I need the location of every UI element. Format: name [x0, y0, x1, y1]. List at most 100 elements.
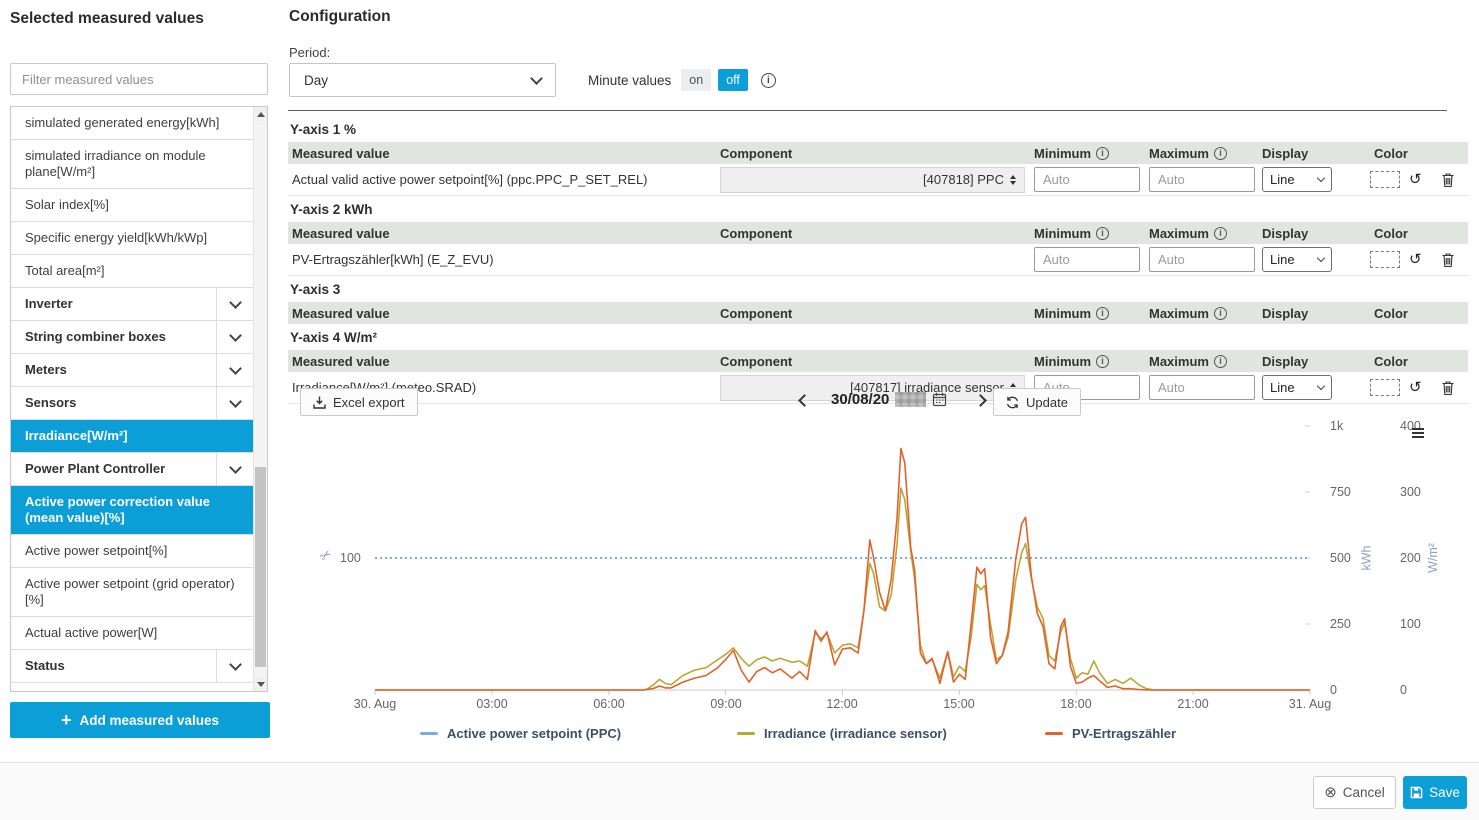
- expand-cell[interactable]: [216, 650, 254, 682]
- maximum-input[interactable]: [1149, 167, 1255, 192]
- list-group-string-combiner-boxes[interactable]: String combiner boxes: [11, 321, 254, 354]
- info-icon[interactable]: i: [1214, 355, 1227, 368]
- list-item[interactable]: Solar index[%]: [11, 189, 254, 222]
- minimum-input[interactable]: [1034, 247, 1140, 272]
- measured-value-cell: PV-Ertragszähler[kWh] (E_Z_EVU): [288, 252, 716, 267]
- minute-values-on-button[interactable]: on: [681, 69, 711, 91]
- component-select[interactable]: [407818] PPC: [720, 167, 1025, 193]
- list-group-power-plant-controller[interactable]: Power Plant Controller: [11, 453, 254, 486]
- kwh-tick: 750: [1330, 485, 1351, 499]
- list-item-label: Power Plant Controller: [11, 453, 216, 485]
- list-item-label: Total area[m²]: [11, 255, 254, 287]
- col-maximum: Maximumi: [1145, 226, 1258, 241]
- filter-input[interactable]: [10, 63, 268, 95]
- wm2-tick: 200: [1400, 551, 1421, 565]
- info-icon[interactable]: i: [761, 73, 776, 88]
- list-rows: simulated generated energy[kWh] simulate…: [11, 107, 254, 683]
- delete-row-icon[interactable]: [1442, 173, 1454, 187]
- list-item[interactable]: Specific energy yield[kWh/kWp]: [11, 222, 254, 255]
- list-group-inverter[interactable]: Inverter: [11, 288, 254, 321]
- display-select[interactable]: Line: [1262, 247, 1332, 272]
- list-item-selected-active-power-correction[interactable]: Active power correction value (mean valu…: [11, 486, 254, 535]
- wm2-axis-title: W/m²: [1426, 543, 1440, 573]
- wm2-tick: 100: [1400, 617, 1421, 631]
- x-axis-labels: 30. Aug 03:00 06:00 09:00 12:00 15:00 18…: [375, 697, 1310, 713]
- expand-cell[interactable]: [216, 321, 254, 353]
- list-item-label: Specific energy yield[kWh/kWp]: [11, 222, 254, 254]
- display-select[interactable]: Line: [1262, 167, 1332, 192]
- info-icon[interactable]: i: [1214, 307, 1227, 320]
- list-item-label: Active power setpoint[%]: [11, 535, 254, 567]
- list-scrollbar[interactable]: [253, 107, 267, 691]
- list-item[interactable]: simulated generated energy[kWh]: [11, 107, 254, 140]
- expand-cell[interactable]: [216, 354, 254, 386]
- delete-row-icon[interactable]: [1442, 253, 1454, 267]
- info-icon[interactable]: i: [1214, 147, 1227, 160]
- axis-tables: Y-axis 1 % Measured value Component Mini…: [288, 116, 1468, 404]
- update-button[interactable]: Update: [993, 388, 1081, 416]
- col-measured-value: Measured value: [288, 354, 716, 369]
- list-item-label: Actual active power[W]: [11, 617, 254, 649]
- y-axis-title: Y-axis 4 W/m²: [288, 324, 1468, 350]
- legend-marker: [737, 732, 755, 735]
- chart-toolbar: Excel export 30/08/20 Update: [288, 388, 1468, 418]
- reset-color-icon[interactable]: ↺: [1409, 252, 1422, 267]
- chart: ✂ 100 1k 750 500 250 0 kWh 400 300 200 1…: [288, 420, 1479, 755]
- expand-cell[interactable]: [216, 288, 254, 320]
- info-icon[interactable]: i: [1096, 355, 1109, 368]
- list-item[interactable]: simulated irradiance on module plane[W/m…: [11, 140, 254, 189]
- x-tick: 03:00: [476, 697, 507, 711]
- list-group-sensors[interactable]: Sensors: [11, 387, 254, 420]
- save-icon: [1410, 786, 1423, 799]
- list-item-selected-irradiance[interactable]: Irradiance[W/m²]: [11, 420, 254, 453]
- calendar-icon[interactable]: [932, 392, 947, 407]
- expand-cell[interactable]: [216, 453, 254, 485]
- list-group-meters[interactable]: Meters: [11, 354, 254, 387]
- excel-export-button[interactable]: Excel export: [300, 388, 418, 416]
- info-icon[interactable]: i: [1096, 307, 1109, 320]
- list-item[interactable]: Total area[m²]: [11, 255, 254, 288]
- info-icon[interactable]: i: [1096, 147, 1109, 160]
- next-day-button[interactable]: [972, 392, 988, 408]
- info-icon[interactable]: i: [1096, 227, 1109, 240]
- chevron-down-icon: [1317, 254, 1325, 262]
- add-measured-values-button[interactable]: + Add measured values: [10, 702, 270, 738]
- list-item[interactable]: Active power setpoint[%]: [11, 535, 254, 568]
- scroll-up-arrow[interactable]: [254, 107, 267, 121]
- x-tick: 18:00: [1060, 697, 1091, 711]
- scroll-thumb[interactable]: [255, 467, 266, 667]
- scroll-down-arrow[interactable]: [254, 677, 267, 691]
- minimum-input[interactable]: [1034, 167, 1140, 192]
- chart-legend: Active power setpoint (PPC) Irradiance (…: [288, 726, 1479, 746]
- legend-item-setpoint[interactable]: Active power setpoint (PPC): [420, 726, 621, 741]
- x-tick: 30. Aug: [354, 697, 396, 711]
- list-item[interactable]: Actual active power[W]: [11, 617, 254, 650]
- col-measured-value: Measured value: [288, 226, 716, 241]
- previous-day-button[interactable]: [796, 392, 812, 408]
- color-swatch[interactable]: [1370, 251, 1400, 268]
- chart-menu-icon[interactable]: [1412, 428, 1424, 438]
- col-component: Component: [716, 354, 1030, 369]
- legend-item-irradiance[interactable]: Irradiance (irradiance sensor): [737, 726, 947, 741]
- maximum-input[interactable]: [1149, 247, 1255, 272]
- minute-values-off-button[interactable]: off: [718, 69, 748, 91]
- legend-item-pv[interactable]: PV-Ertragszähler: [1045, 726, 1176, 741]
- sidebar-title: Selected measured values: [10, 10, 270, 28]
- info-icon[interactable]: i: [1214, 227, 1227, 240]
- col-component: Component: [716, 226, 1030, 241]
- kwh-tick: 500: [1330, 551, 1351, 565]
- period-select[interactable]: Day: [289, 63, 556, 97]
- col-minimum: Minimumi: [1030, 146, 1145, 161]
- date-text: 30/08/20: [831, 391, 889, 408]
- list-item[interactable]: Active power setpoint (grid operator)[%]: [11, 568, 254, 617]
- cancel-button[interactable]: ⊗ Cancel: [1313, 776, 1396, 809]
- color-swatch[interactable]: [1370, 171, 1400, 188]
- expand-cell[interactable]: [216, 387, 254, 419]
- reset-color-icon[interactable]: ↺: [1409, 172, 1422, 187]
- list-item-label: Active power correction value (mean valu…: [11, 486, 254, 534]
- save-button[interactable]: Save: [1403, 776, 1467, 809]
- col-color: Color: [1338, 354, 1468, 369]
- series-line-kwh: [375, 448, 1310, 690]
- measured-value-cell: Actual valid active power setpoint[%] (p…: [288, 172, 716, 187]
- list-group-status[interactable]: Status: [11, 650, 254, 683]
